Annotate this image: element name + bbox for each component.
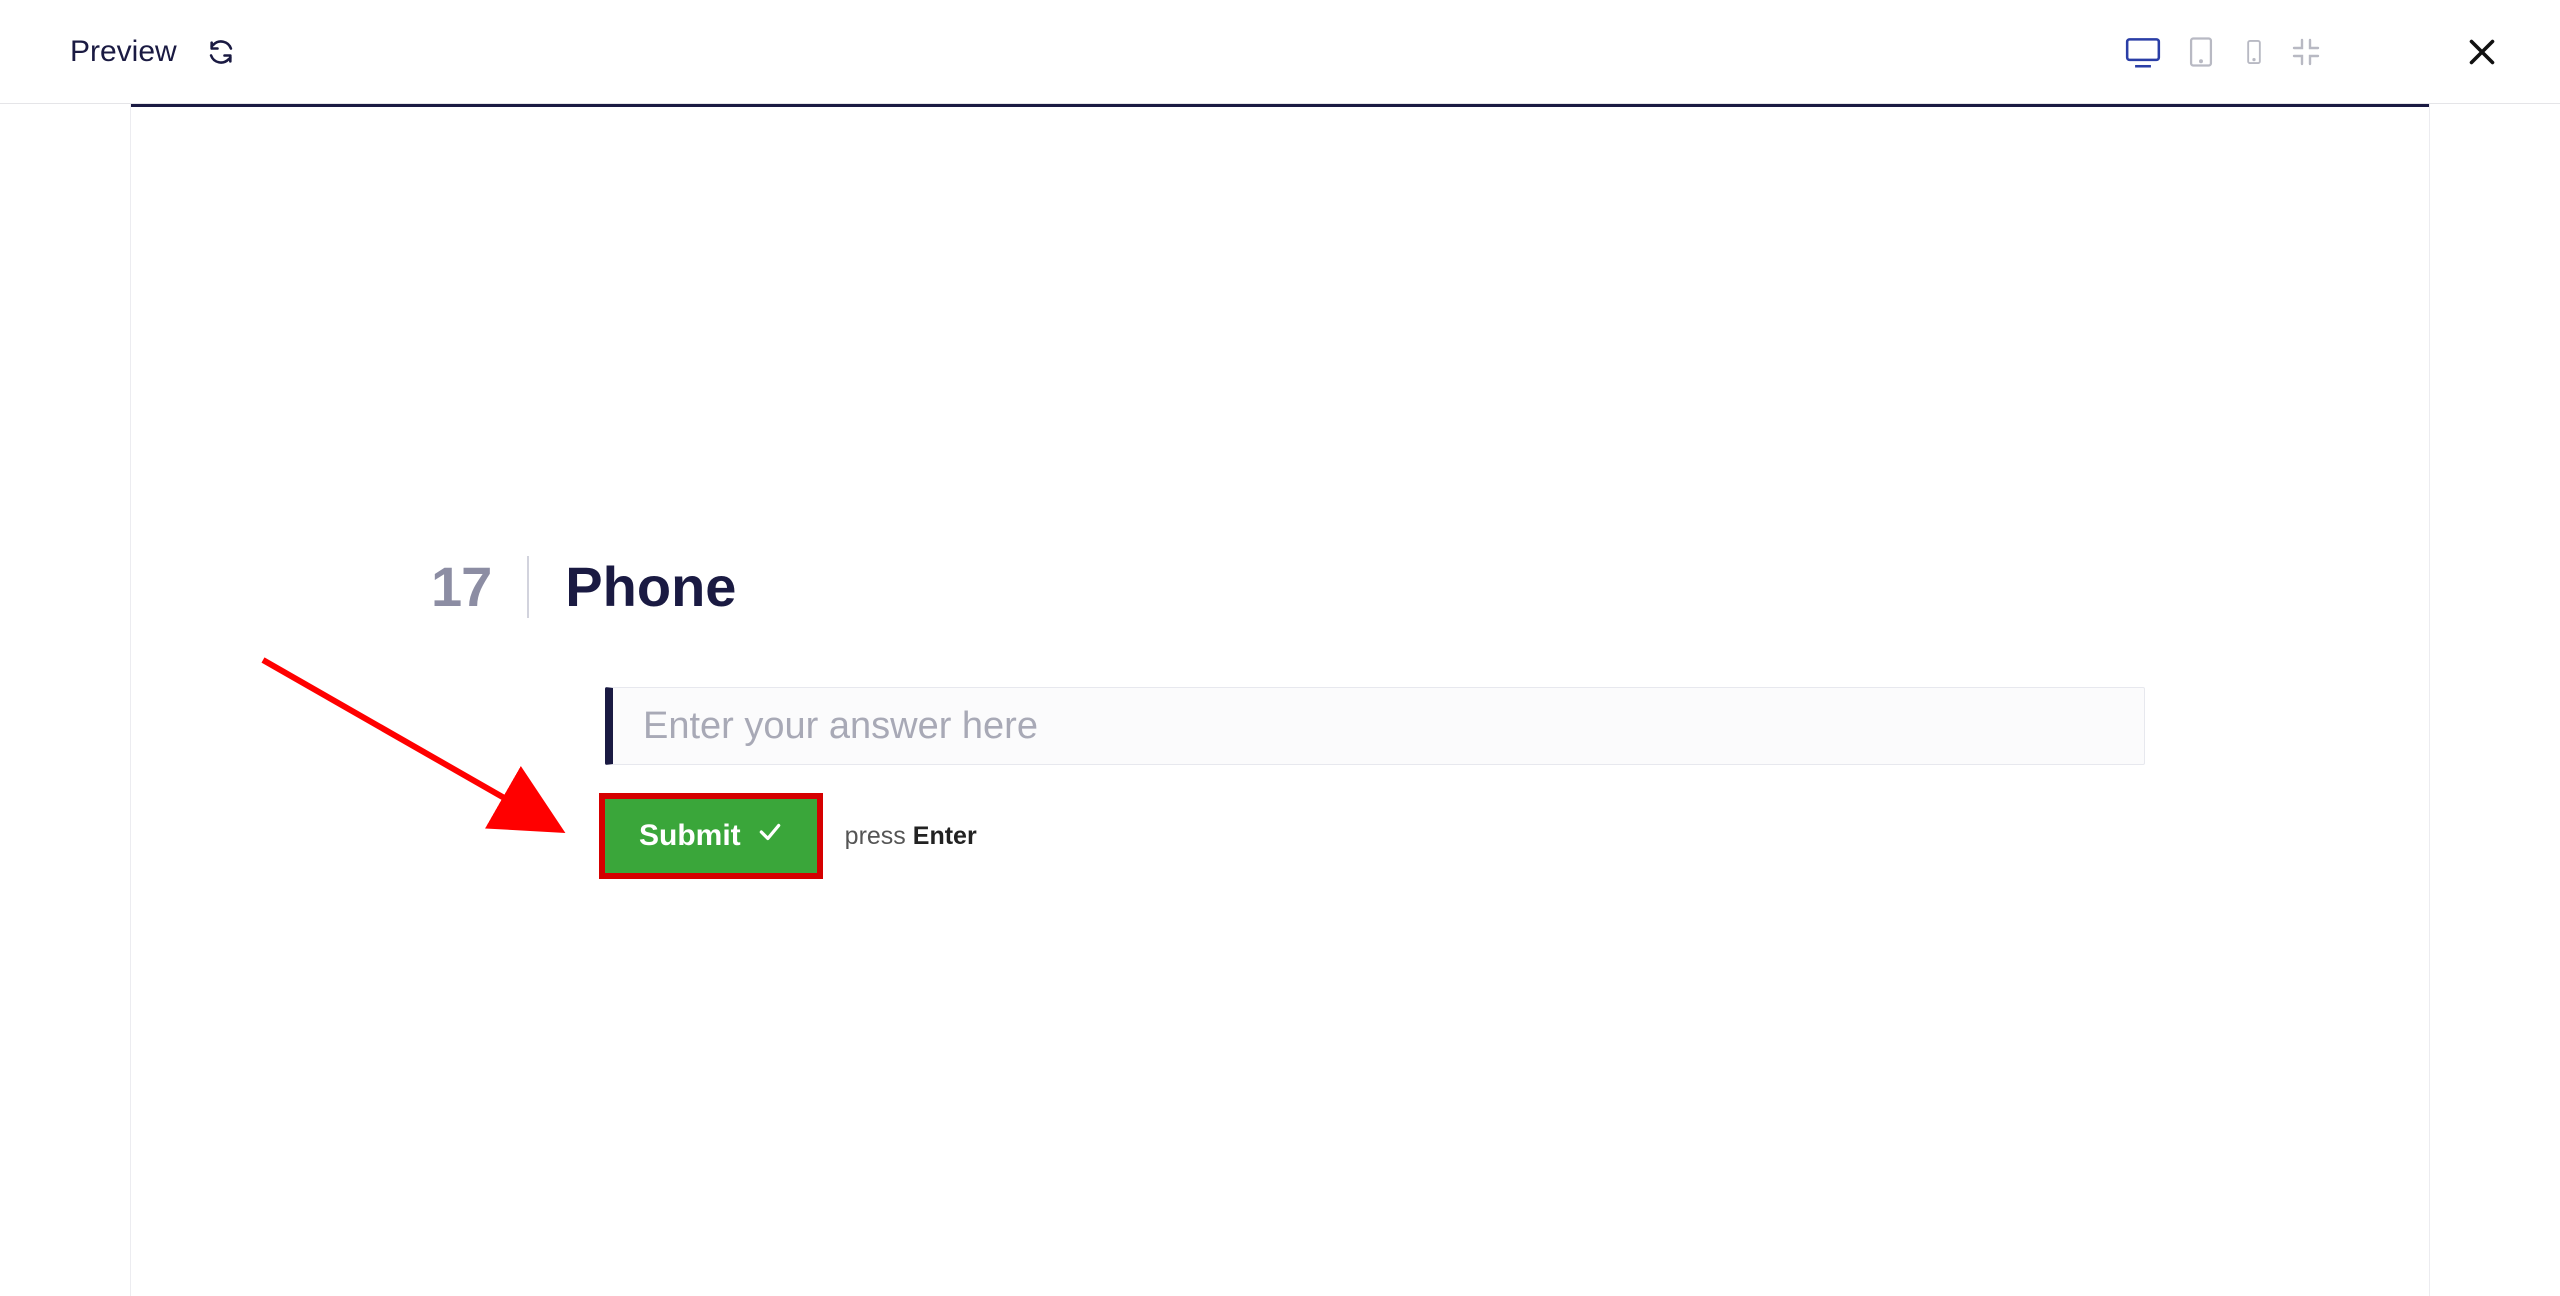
question-title: Phone: [565, 554, 736, 619]
desktop-device-icon[interactable]: [2124, 33, 2162, 71]
submit-hint-prefix: press: [845, 822, 913, 850]
top-bar-left: Preview: [70, 35, 235, 69]
top-bar-right: [2124, 33, 2500, 71]
submit-button-label: Submit: [639, 819, 741, 853]
answer-input[interactable]: [643, 705, 2114, 748]
collapse-icon[interactable]: [2290, 36, 2322, 68]
progress-rule: [131, 104, 2429, 107]
question-actions: Submit press Enter: [605, 799, 2129, 873]
submit-hint: press Enter: [845, 822, 977, 851]
top-bar: Preview: [0, 0, 2560, 104]
check-icon: [757, 819, 783, 853]
question-divider: [527, 556, 529, 618]
answer-input-wrap[interactable]: [605, 687, 2145, 765]
submit-button[interactable]: Submit: [605, 799, 817, 873]
close-icon[interactable]: [2464, 34, 2500, 70]
mobile-device-icon[interactable]: [2240, 33, 2268, 71]
question-number: 17: [431, 554, 491, 619]
preview-canvas: 17 Phone Submit press Enter: [130, 104, 2430, 1296]
submit-hint-key: Enter: [913, 822, 977, 850]
question-block: 17 Phone Submit press Enter: [431, 554, 2129, 873]
preview-stage: 17 Phone Submit press Enter: [0, 104, 2560, 1296]
preview-title: Preview: [70, 35, 177, 69]
question-header: 17 Phone: [431, 554, 2129, 619]
tablet-device-icon[interactable]: [2184, 33, 2218, 71]
refresh-icon[interactable]: [207, 38, 235, 66]
